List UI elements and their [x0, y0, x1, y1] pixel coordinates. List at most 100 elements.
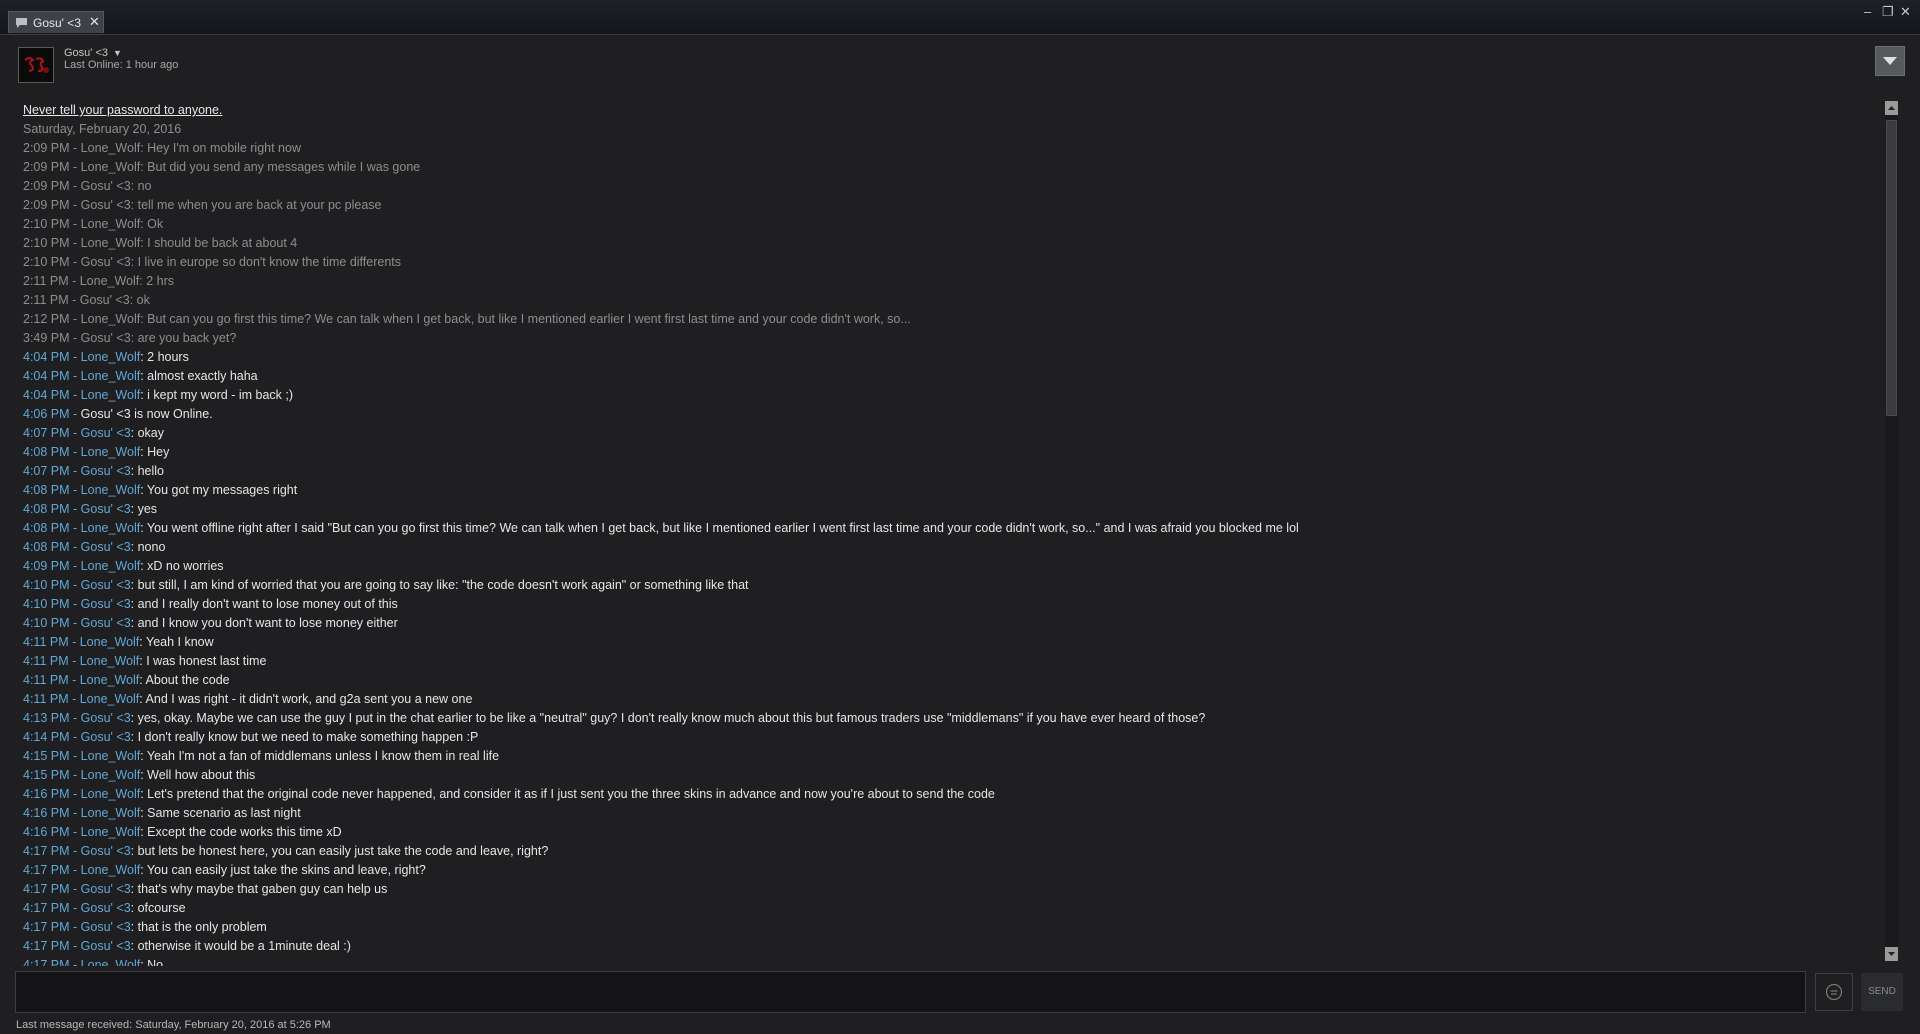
message-text: : Yeah I know	[139, 635, 214, 649]
message-timestamp-sender[interactable]: 2:10 PM - Lone_Wolf	[23, 217, 140, 231]
message-timestamp-sender[interactable]: 4:04 PM - Lone_Wolf	[23, 388, 140, 402]
message-text: : And I was right - it didn't work, and …	[139, 692, 473, 706]
message-text: : no	[130, 179, 152, 193]
message-timestamp-sender[interactable]: 4:10 PM - Gosu' <3	[23, 616, 131, 630]
password-warning: Never tell your password to anyone.	[23, 103, 223, 117]
message-text: : are you back yet?	[130, 331, 237, 345]
message-text: : xD no worries	[140, 559, 224, 573]
message-timestamp-sender[interactable]: 2:12 PM - Lone_Wolf	[23, 312, 140, 326]
message-text: : but still, I am kind of worried that y…	[130, 578, 749, 592]
message-timestamp-sender[interactable]: 2:09 PM - Lone_Wolf	[23, 141, 140, 155]
message-timestamp-sender[interactable]: 4:17 PM - Gosu' <3	[23, 901, 131, 915]
chat-message: 4:08 PM - Gosu' <3: yes	[23, 500, 1873, 519]
message-timestamp-sender[interactable]: 4:07 PM - Gosu' <3	[23, 464, 131, 478]
chat-message: 4:15 PM - Lone_Wolf: Well how about this	[23, 766, 1873, 785]
chat-message: 4:16 PM - Lone_Wolf: Same scenario as la…	[23, 804, 1873, 823]
friend-name[interactable]: Gosu' <3	[64, 47, 108, 59]
avatar[interactable]	[18, 47, 54, 83]
tab-close-icon[interactable]: ✕	[89, 14, 100, 30]
chat-message: 4:10 PM - Gosu' <3: but still, I am kind…	[23, 576, 1873, 595]
message-text: : Same scenario as last night	[140, 806, 301, 820]
send-button[interactable]: SEND	[1861, 973, 1903, 1011]
message-timestamp-sender[interactable]: 4:17 PM - Gosu' <3	[23, 920, 131, 934]
message-timestamp-sender[interactable]: 4:14 PM - Gosu' <3	[23, 730, 131, 744]
chat-message: 4:15 PM - Lone_Wolf: Yeah I'm not a fan …	[23, 747, 1873, 766]
message-timestamp-sender[interactable]: 4:08 PM - Gosu' <3	[23, 540, 131, 554]
message-timestamp-sender[interactable]: 2:10 PM - Gosu' <3	[23, 255, 131, 269]
message-timestamp-sender[interactable]: 4:11 PM - Lone_Wolf	[23, 692, 139, 706]
message-text: : But can you go first this time? We can…	[140, 312, 911, 326]
message-timestamp-sender[interactable]: 4:04 PM - Lone_Wolf	[23, 350, 140, 364]
message-timestamp-sender[interactable]: 4:08 PM - Lone_Wolf	[23, 521, 140, 535]
message-timestamp-sender[interactable]: 4:08 PM - Lone_Wolf	[23, 483, 140, 497]
message-text: : 2 hours	[140, 350, 189, 364]
message-timestamp-sender[interactable]: 4:16 PM - Lone_Wolf	[23, 825, 140, 839]
message-timestamp-sender[interactable]: 4:15 PM - Lone_Wolf	[23, 749, 140, 763]
chat-message: 4:07 PM - Gosu' <3: okay	[23, 424, 1873, 443]
message-timestamp-sender[interactable]: 2:11 PM - Gosu' <3	[23, 293, 130, 307]
message-text: : You got my messages right	[140, 483, 298, 497]
message-text: : almost exactly haha	[140, 369, 258, 383]
chat-message: 4:14 PM - Gosu' <3: I don't really know …	[23, 728, 1873, 747]
scrollbar-thumb[interactable]	[1886, 120, 1897, 416]
chat-message: 4:11 PM - Lone_Wolf: About the code	[23, 671, 1873, 690]
message-timestamp-sender[interactable]: 4:11 PM - Lone_Wolf	[23, 654, 139, 668]
message-timestamp-sender[interactable]: 4:17 PM - Lone_Wolf	[23, 863, 140, 877]
chat-options-dropdown[interactable]	[1875, 46, 1905, 76]
chat-message: 4:11 PM - Lone_Wolf: I was honest last t…	[23, 652, 1873, 671]
message-timestamp-sender[interactable]: 2:10 PM - Lone_Wolf	[23, 236, 140, 250]
friend-menu-caret-icon[interactable]: ▼	[113, 48, 122, 58]
message-timestamp-sender[interactable]: 4:04 PM - Lone_Wolf	[23, 369, 140, 383]
chat-message: 2:09 PM - Gosu' <3: tell me when you are…	[23, 196, 1873, 215]
message-timestamp-sender[interactable]: 2:11 PM - Lone_Wolf	[23, 274, 139, 288]
message-timestamp-sender[interactable]: 2:09 PM - Gosu' <3	[23, 198, 131, 212]
message-timestamp-sender[interactable]: 4:08 PM - Lone_Wolf	[23, 445, 140, 459]
message-timestamp-sender[interactable]: 4:17 PM - Lone_Wolf	[23, 958, 140, 966]
message-timestamp-sender[interactable]: 4:07 PM - Gosu' <3	[23, 426, 131, 440]
message-timestamp-sender[interactable]: 4:11 PM - Lone_Wolf	[23, 673, 139, 687]
chat-message: 4:17 PM - Gosu' <3: that is the only pro…	[23, 918, 1873, 937]
message-timestamp-sender[interactable]: 4:08 PM - Gosu' <3	[23, 502, 131, 516]
message-text: : ok	[129, 293, 150, 307]
message-timestamp-sender[interactable]: 2:09 PM - Lone_Wolf	[23, 160, 140, 174]
message-timestamp-sender[interactable]: 4:16 PM - Lone_Wolf	[23, 787, 140, 801]
chat-message: 4:04 PM - Lone_Wolf: almost exactly haha	[23, 367, 1873, 386]
chat-message: 4:17 PM - Gosu' <3: but lets be honest h…	[23, 842, 1873, 861]
chat-message: 2:09 PM - Lone_Wolf: Hey I'm on mobile r…	[23, 139, 1873, 158]
message-text: : Ok	[140, 217, 164, 231]
chat-message: 4:08 PM - Lone_Wolf: You went offline ri…	[23, 519, 1873, 538]
message-timestamp-sender[interactable]: 4:17 PM - Gosu' <3	[23, 939, 131, 953]
chat-message: 4:08 PM - Gosu' <3: nono	[23, 538, 1873, 557]
message-text: : Well how about this	[140, 768, 256, 782]
message-timestamp-sender[interactable]: 4:13 PM - Gosu' <3	[23, 711, 131, 725]
scroll-up-button[interactable]	[1885, 101, 1898, 115]
message-input[interactable]	[15, 971, 1806, 1013]
chat-message: 2:11 PM - Gosu' <3: ok	[23, 291, 1873, 310]
message-timestamp-sender[interactable]: 4:06 PM -	[23, 407, 81, 421]
emoticon-button[interactable]	[1815, 973, 1853, 1011]
minimize-icon[interactable]: ‒	[1864, 4, 1871, 20]
message-text: : But did you send any messages while I …	[140, 160, 421, 174]
message-timestamp-sender[interactable]: 4:15 PM - Lone_Wolf	[23, 768, 140, 782]
scroll-down-button[interactable]	[1885, 947, 1898, 961]
message-timestamp-sender[interactable]: 4:10 PM - Gosu' <3	[23, 578, 131, 592]
message-timestamp-sender[interactable]: 2:09 PM - Gosu' <3	[23, 179, 131, 193]
maximize-icon[interactable]: ❐	[1882, 4, 1894, 20]
message-timestamp-sender[interactable]: 4:10 PM - Gosu' <3	[23, 597, 131, 611]
message-timestamp-sender[interactable]: 3:49 PM - Gosu' <3	[23, 331, 131, 345]
message-timestamp-sender[interactable]: 4:17 PM - Gosu' <3	[23, 844, 131, 858]
message-timestamp-sender[interactable]: 4:16 PM - Lone_Wolf	[23, 806, 140, 820]
chat-message: 2:10 PM - Lone_Wolf: Ok	[23, 215, 1873, 234]
message-timestamp-sender[interactable]: 4:09 PM - Lone_Wolf	[23, 559, 140, 573]
chat-message: 4:08 PM - Lone_Wolf: You got my messages…	[23, 481, 1873, 500]
chat-tab[interactable]: Gosu' <3 ✕	[8, 11, 104, 33]
message-text: : but lets be honest here, you can easil…	[130, 844, 549, 858]
message-timestamp-sender[interactable]: 4:11 PM - Lone_Wolf	[23, 635, 139, 649]
window-close-icon[interactable]: ✕	[1900, 4, 1911, 20]
message-text: : that's why maybe that gaben guy can he…	[130, 882, 388, 896]
emoticon-icon	[1825, 983, 1843, 1001]
chat-message: 4:16 PM - Lone_Wolf: Let's pretend that …	[23, 785, 1873, 804]
message-timestamp-sender[interactable]: 4:17 PM - Gosu' <3	[23, 882, 131, 896]
chat-message: 4:10 PM - Gosu' <3: and I really don't w…	[23, 595, 1873, 614]
message-text: : tell me when you are back at your pc p…	[130, 198, 382, 212]
